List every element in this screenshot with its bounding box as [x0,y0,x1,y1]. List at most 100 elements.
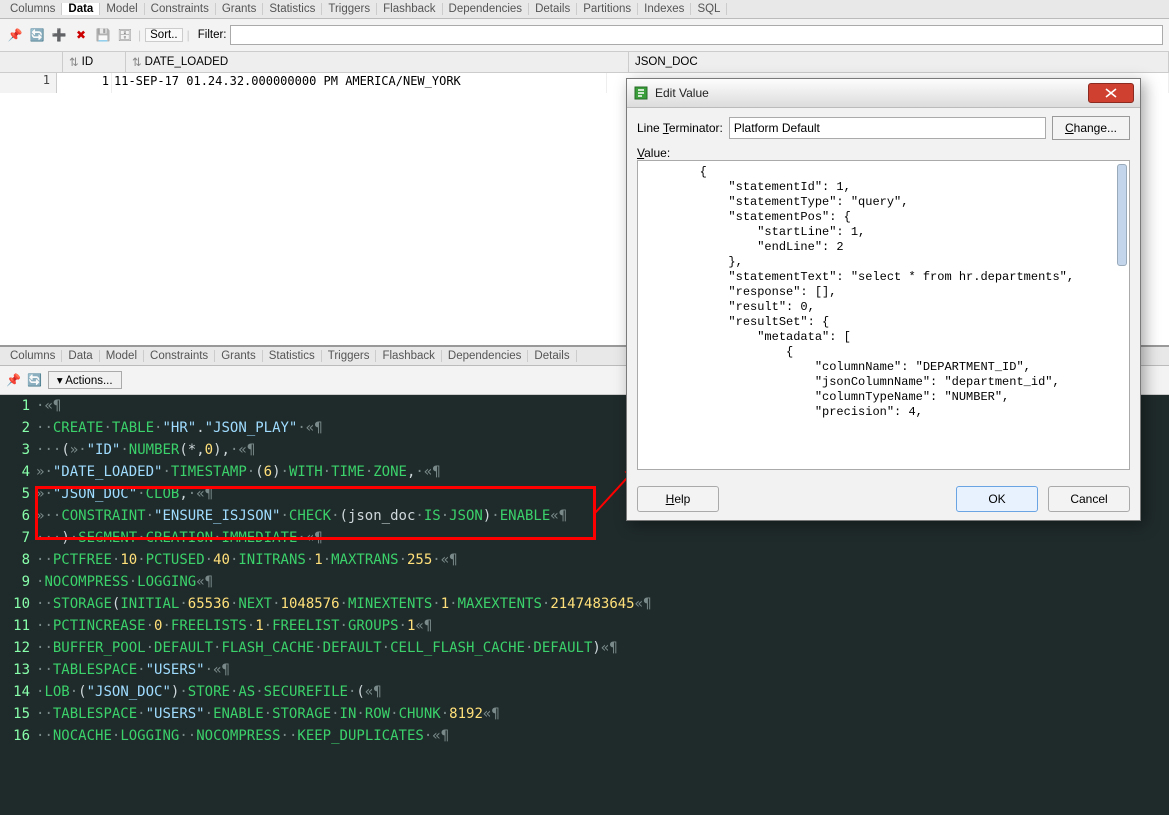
line-number: 6 [0,505,36,527]
line-code[interactable]: ·«¶ [36,395,61,417]
line-code[interactable]: ··PCTFREE·10·PCTUSED·40·INITRANS·1·MAXTR… [36,549,458,571]
tab-lower-dependencies[interactable]: Dependencies [442,350,529,362]
line-number: 1 [0,395,36,417]
line-code[interactable]: ··TABLESPACE·"USERS"·«¶ [36,659,230,681]
ok-button[interactable]: OK [956,486,1038,512]
tab-lower-triggers[interactable]: Triggers [322,350,377,362]
editor-line[interactable]: 14·LOB·("JSON_DOC")·STORE·AS·SECUREFILE·… [0,681,1169,703]
cell-date[interactable]: 11-SEP-17 01.24.32.000000000 PM AMERICA/… [112,73,607,93]
editor-line[interactable]: 13··TABLESPACE·"USERS"·«¶ [0,659,1169,681]
dialog-titlebar[interactable]: Edit Value [627,79,1140,108]
line-code[interactable]: ···(»·"ID"·NUMBER(*,0),·«¶ [36,439,255,461]
value-textarea[interactable]: { "statementId": 1, "statementType": "qu… [637,160,1130,470]
line-number: 13 [0,659,36,681]
dialog-title: Edit Value [655,86,1088,100]
rownum-header [0,52,63,72]
tab-lower-statistics[interactable]: Statistics [263,350,322,362]
value-label: Value: [637,146,670,160]
tab-partitions[interactable]: Partitions [577,3,638,15]
line-number: 12 [0,637,36,659]
tab-indexes[interactable]: Indexes [638,3,691,15]
editor-line[interactable]: 15··TABLESPACE·"USERS"·ENABLE·STORAGE·IN… [0,703,1169,725]
cancel-button[interactable]: Cancel [1048,486,1130,512]
close-button[interactable] [1088,83,1134,103]
line-terminator-field[interactable] [729,117,1046,139]
refresh-icon[interactable]: 🔄 [28,26,46,44]
line-code[interactable]: ·LOB·("JSON_DOC")·STORE·AS·SECUREFILE·(«… [36,681,382,703]
sort-button[interactable]: Sort.. [145,28,182,42]
editor-line[interactable]: 10··STORAGE(INITIAL·65536·NEXT·1048576·M… [0,593,1169,615]
col-header-json[interactable]: JSON_DOC [629,52,1169,72]
pin-icon[interactable]: 📌 [6,26,24,44]
help-button[interactable]: Help [637,486,719,512]
line-code[interactable]: ··STORAGE(INITIAL·65536·NEXT·1048576·MIN… [36,593,652,615]
col-label-json: JSON_DOC [635,56,698,68]
line-number: 9 [0,571,36,593]
line-code[interactable]: ··TABLESPACE·"USERS"·ENABLE·STORAGE·IN·R… [36,703,500,725]
edit-value-dialog: Edit Value Line Terminator: Change... Va… [626,78,1141,521]
col-header-date[interactable]: ⇅DATE_LOADED [126,52,629,72]
tab-lower-flashback[interactable]: Flashback [376,350,441,362]
rollback-icon: 🗄 [116,26,134,44]
line-terminator-label: Line Terminator: [637,121,723,135]
cell-id[interactable]: 1 [57,73,112,93]
line-number: 10 [0,593,36,615]
editor-line[interactable]: 7···)·SEGMENT·CREATION·IMMEDIATE·«¶ [0,527,1169,549]
tab-dependencies[interactable]: Dependencies [443,3,530,15]
editor-line[interactable]: 12··BUFFER_POOL·DEFAULT·FLASH_CACHE·DEFA… [0,637,1169,659]
change-button[interactable]: Change... [1052,116,1130,140]
add-row-icon[interactable]: ➕ [50,26,68,44]
line-number: 3 [0,439,36,461]
tab-lower-columns[interactable]: Columns [4,350,62,362]
actions-dropdown[interactable]: ▾ Actions... [48,371,122,389]
object-tabbar-top: ColumnsDataModelConstraintsGrantsStatist… [0,0,1169,19]
line-number: 8 [0,549,36,571]
tab-lower-grants[interactable]: Grants [215,350,263,362]
tab-details[interactable]: Details [529,3,577,15]
scrollbar-thumb[interactable] [1117,164,1127,266]
refresh-icon[interactable]: 🔄 [27,373,42,387]
tab-lower-model[interactable]: Model [100,350,144,362]
col-header-id[interactable]: ⇅ID [63,52,126,72]
line-number: 14 [0,681,36,703]
editor-line[interactable]: 16··NOCACHE·LOGGING··NOCOMPRESS··KEEP_DU… [0,725,1169,747]
line-number: 2 [0,417,36,439]
tab-data[interactable]: Data [62,3,100,15]
editor-line[interactable]: 9·NOCOMPRESS·LOGGING«¶ [0,571,1169,593]
line-code[interactable]: ·NOCOMPRESS·LOGGING«¶ [36,571,213,593]
line-code[interactable]: ··PCTINCREASE·0·FREELISTS·1·FREELIST·GRO… [36,615,432,637]
tab-sql[interactable]: SQL [691,3,727,15]
grid-header: ⇅ID ⇅DATE_LOADED JSON_DOC [0,52,1169,73]
line-code[interactable]: »·"JSON_DOC"·CLOB,·«¶ [36,483,213,505]
delete-row-icon[interactable]: ✖ [72,26,90,44]
line-code[interactable]: ··NOCACHE·LOGGING··NOCOMPRESS··KEEP_DUPL… [36,725,449,747]
line-code[interactable]: ···)·SEGMENT·CREATION·IMMEDIATE·«¶ [36,527,323,549]
tab-model[interactable]: Model [100,3,144,15]
line-code[interactable]: »·"DATE_LOADED"·TIMESTAMP·(6)·WITH·TIME·… [36,461,441,483]
tab-lower-constraints[interactable]: Constraints [144,350,215,362]
col-label-id: ID [82,56,94,68]
line-code[interactable]: ··BUFFER_POOL·DEFAULT·FLASH_CACHE·DEFAUL… [36,637,618,659]
pin-icon[interactable]: 📌 [6,373,21,387]
line-number: 11 [0,615,36,637]
tab-columns[interactable]: Columns [4,3,62,15]
editor-line[interactable]: 8··PCTFREE·10·PCTUSED·40·INITRANS·1·MAXT… [0,549,1169,571]
tab-statistics[interactable]: Statistics [263,3,322,15]
line-number: 16 [0,725,36,747]
tab-flashback[interactable]: Flashback [377,3,442,15]
line-number: 4 [0,461,36,483]
filter-label: Filter: [198,29,227,41]
line-code[interactable]: ··CREATE·TABLE·"HR"."JSON_PLAY"·«¶ [36,417,323,439]
editor-line[interactable]: 11··PCTINCREASE·0·FREELISTS·1·FREELIST·G… [0,615,1169,637]
sort-icon: ⇅ [132,55,142,69]
tab-triggers[interactable]: Triggers [322,3,377,15]
tab-constraints[interactable]: Constraints [145,3,216,15]
line-code[interactable]: »··CONSTRAINT·"ENSURE_ISJSON"·CHECK·(jso… [36,505,567,527]
tab-grants[interactable]: Grants [216,3,264,15]
actions-label: Actions... [65,375,112,387]
sort-icon: ⇅ [69,55,79,69]
line-number: 15 [0,703,36,725]
tab-lower-details[interactable]: Details [528,350,576,362]
filter-input[interactable] [230,25,1163,45]
tab-lower-data[interactable]: Data [62,350,99,362]
